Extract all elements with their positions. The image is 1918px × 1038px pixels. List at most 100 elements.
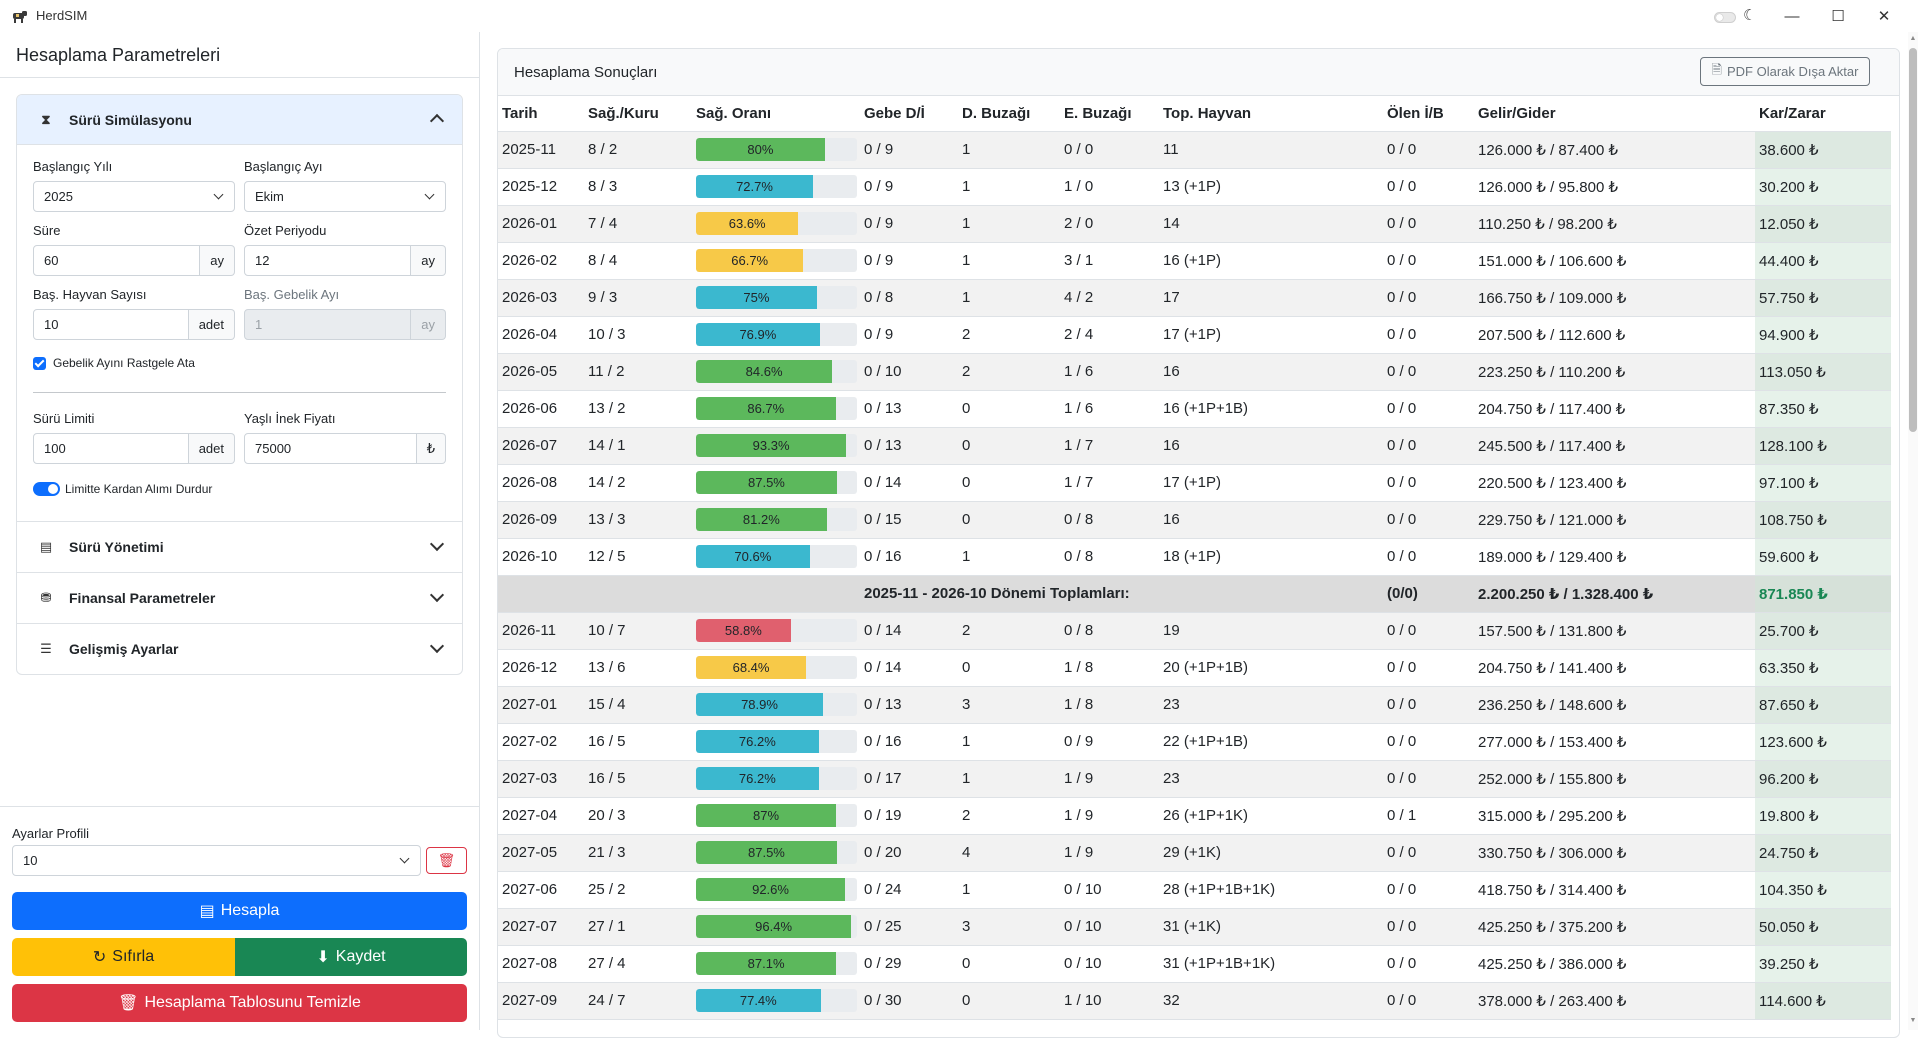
- section-herd-management-header[interactable]: ▤ Sürü Yönetimi: [17, 522, 462, 572]
- table-row: 2027-02 16 / 5 76.2% 0 / 16 1 0 / 9 22 (+1P+1B…: [498, 723, 1891, 761]
- milking-dry-cell: 8 / 3: [584, 168, 692, 206]
- profit-cell: 59.600 ₺: [1755, 538, 1891, 576]
- male-calf-cell: 2 / 0: [1060, 205, 1159, 243]
- maximize-button[interactable]: ☐: [1815, 0, 1861, 32]
- male-calf-cell: 0 / 10: [1060, 945, 1159, 983]
- dead-cell: 0 / 0: [1383, 649, 1474, 687]
- scroll-down-arrow[interactable]: ▼: [1908, 1017, 1918, 1027]
- export-pdf-button[interactable]: 🗎 PDF Olarak Dışa Aktar: [1700, 57, 1870, 86]
- old-cow-price-label: Yaşlı İnek Fiyatı: [244, 411, 336, 426]
- date-cell: 2026-09: [498, 501, 584, 539]
- results-card: Hesaplama Sonuçları 🗎 PDF Olarak Dışa Ak…: [497, 48, 1900, 1038]
- total-animals-cell: 29 (+1K): [1159, 834, 1383, 872]
- pregnant-cell: 0 / 30: [860, 982, 958, 1020]
- milking-rate-cell: 70.6%: [692, 538, 860, 576]
- hourglass-icon: ⧗: [41, 111, 51, 127]
- female-calf-cell: 1: [958, 760, 1060, 798]
- section-financial-parameters-header[interactable]: ⛃ Finansal Parametreler: [17, 573, 462, 623]
- column-header: Tarih: [498, 97, 584, 132]
- random-pregnancy-checkbox[interactable]: [33, 357, 46, 370]
- milking-rate-text: 93.3%: [752, 438, 790, 453]
- table-header-row: Tarih Sağ./Kuru Sağ. Oranı Gebe D/İ D. Buzağ…: [498, 97, 1891, 132]
- profit-cell: 123.600 ₺: [1755, 723, 1891, 761]
- start-month-select[interactable]: Ekim: [244, 181, 446, 212]
- pregnant-cell: 0 / 13: [860, 686, 958, 724]
- app-title: HerdSIM: [36, 8, 88, 23]
- summary-period-input[interactable]: 12: [244, 245, 412, 276]
- milking-rate-bar: 84.6%: [696, 360, 857, 383]
- profile-divider: [0, 806, 479, 807]
- column-header: Kar/Zarar: [1755, 97, 1891, 132]
- save-button[interactable]: ⬇ Kaydet: [235, 938, 467, 976]
- results-table: Tarih Sağ./Kuru Sağ. Oranı Gebe D/İ D. Buzağ…: [498, 97, 1891, 1020]
- milking-rate-bar: 87%: [696, 804, 857, 827]
- milking-dry-cell: 12 / 5: [584, 538, 692, 576]
- profile-select[interactable]: 10: [12, 845, 421, 876]
- total-animals-cell: 31 (+1P+1B+1K): [1159, 945, 1383, 983]
- herd-limit-label: Sürü Limiti: [33, 411, 95, 426]
- milking-dry-cell: 7 / 4: [584, 205, 692, 243]
- start-pregnancy-input: 1: [244, 309, 412, 340]
- milking-dry-cell: 27 / 1: [584, 908, 692, 946]
- milking-rate-text: 87%: [753, 808, 780, 823]
- old-cow-price-input[interactable]: 75000: [244, 433, 417, 464]
- dead-cell: 0 / 0: [1383, 464, 1474, 502]
- dead-cell: 0 / 0: [1383, 316, 1474, 354]
- pregnant-cell: 0 / 9: [860, 205, 958, 243]
- milking-rate-bar: 75%: [696, 286, 857, 309]
- profit-cell: 128.100 ₺: [1755, 427, 1891, 465]
- milking-rate-bar: 78.9%: [696, 693, 857, 716]
- delete-profile-button[interactable]: 🗑: [426, 847, 467, 874]
- herd-simulation-body: Başlangıç Yılı 2025 Başlangıç Ayı Ekim S…: [17, 145, 462, 521]
- herd-limit-input[interactable]: 100: [33, 433, 189, 464]
- minimize-button[interactable]: —: [1769, 0, 1815, 32]
- profit-cell: 87.650 ₺: [1755, 686, 1891, 724]
- duration-input[interactable]: 60: [33, 245, 201, 276]
- income-expense-cell: 315.000 ₺ / 295.200 ₺: [1474, 797, 1755, 835]
- scrollbar-thumb[interactable]: [1909, 48, 1917, 432]
- date-cell: 2027-04: [498, 797, 584, 835]
- section-herd-simulation-header[interactable]: ⧗ Sürü Simülasyonu: [17, 95, 462, 145]
- table-row: 2026-08 14 / 2 87.5% 0 / 14 0 1 / 7 17 (+1P) 0 …: [498, 464, 1891, 502]
- total-animals-cell: 31 (+1K): [1159, 908, 1383, 946]
- milking-rate-bar: 80%: [696, 138, 857, 161]
- section-herd-simulation: ⧗ Sürü Simülasyonu Başlangıç Yılı 2025 B…: [17, 95, 462, 522]
- close-button[interactable]: ✕: [1861, 0, 1907, 32]
- dead-cell: 0 / 0: [1383, 168, 1474, 206]
- theme-toggle[interactable]: [1714, 12, 1736, 23]
- pregnant-cell: 0 / 16: [860, 723, 958, 761]
- chevron-up-icon: [429, 113, 445, 129]
- moon-icon[interactable]: ☾: [1743, 6, 1756, 24]
- pregnant-cell: 0 / 9: [860, 242, 958, 280]
- male-calf-cell: 4 / 2: [1060, 279, 1159, 317]
- dead-cell: 0 / 0: [1383, 390, 1474, 428]
- milking-rate-bar: 87.1%: [696, 952, 857, 975]
- clear-table-button[interactable]: 🗑 Hesaplama Tablosunu Temizle: [12, 984, 467, 1022]
- clipboard-icon: ▤: [39, 539, 53, 554]
- section-herd-management: ▤ Sürü Yönetimi: [17, 522, 462, 573]
- milking-rate-cell: 63.6%: [692, 205, 860, 243]
- reset-button[interactable]: ↻ Sıfırla: [12, 938, 235, 976]
- calculate-button[interactable]: ▤ Hesapla: [12, 892, 467, 930]
- milking-rate-cell: 75%: [692, 279, 860, 317]
- milking-rate-text: 96.4%: [755, 919, 793, 934]
- milking-rate-text: 68.4%: [732, 660, 770, 675]
- female-calf-cell: 0: [958, 390, 1060, 428]
- milking-rate-text: 76.2%: [738, 771, 776, 786]
- stop-buying-switch[interactable]: [33, 482, 60, 496]
- scroll-up-arrow[interactable]: ▲: [1908, 35, 1918, 45]
- milking-rate-cell: 87.5%: [692, 464, 860, 502]
- profit-cell: 96.200 ₺: [1755, 760, 1891, 798]
- milking-rate-text: 77.4%: [739, 993, 777, 1008]
- results-table-body: 2025-11 8 / 2 80% 0 / 910 / 0 11 0 / 0 126.000…: [498, 131, 1891, 1020]
- male-calf-cell: 1 / 9: [1060, 760, 1159, 798]
- male-calf-cell: 1 / 7: [1060, 427, 1159, 465]
- start-animals-input[interactable]: 10: [33, 309, 189, 340]
- section-label: Sürü Simülasyonu: [69, 111, 192, 128]
- start-year-select[interactable]: 2025: [33, 181, 235, 212]
- total-animals-cell: 18 (+1P): [1159, 538, 1383, 576]
- milking-rate-bar: 63.6%: [696, 212, 857, 235]
- section-advanced-settings-header[interactable]: ☰ Gelişmiş Ayarlar: [17, 624, 462, 674]
- milking-rate-bar: 86.7%: [696, 397, 857, 420]
- dead-cell: 0 / 0: [1383, 427, 1474, 465]
